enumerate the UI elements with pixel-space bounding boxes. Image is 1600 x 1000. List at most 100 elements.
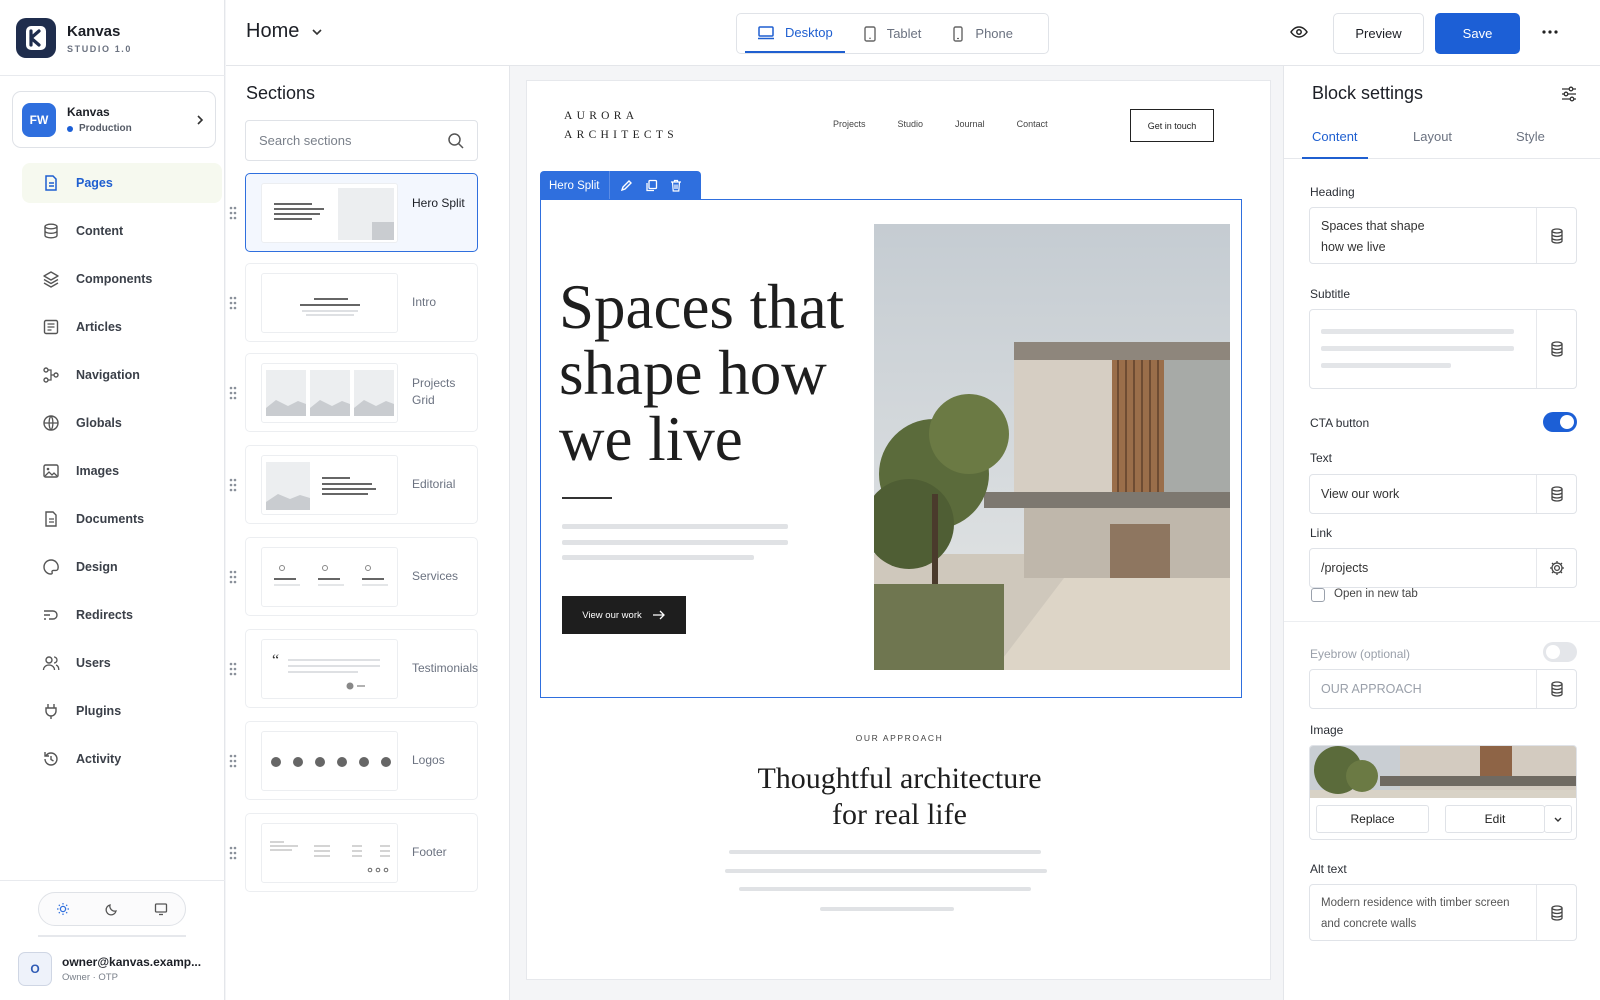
section-thumbnail: “ <box>261 639 398 699</box>
hero-cta-label: View our work <box>582 609 642 621</box>
user-account[interactable]: O owner@kanvas.examp... Owner · OTP <box>18 952 201 986</box>
sidebar-item-images[interactable]: Images <box>22 451 222 491</box>
more-icon[interactable] <box>1542 30 1558 34</box>
active-tab-indicator <box>1302 157 1368 159</box>
section-card-logos[interactable]: Logos <box>229 721 478 800</box>
link-field[interactable]: /projects <box>1309 548 1577 588</box>
divider <box>0 75 225 76</box>
sidebar-item-activity[interactable]: Activity <box>22 739 222 779</box>
hero-image[interactable] <box>874 224 1230 670</box>
replace-image-button[interactable]: Replace <box>1316 805 1429 833</box>
section-card-projects-grid[interactable]: Projects Grid <box>229 353 478 432</box>
drag-handle-icon[interactable] <box>229 754 237 768</box>
sidebar-item-users[interactable]: Users <box>22 643 222 683</box>
eyebrow-field[interactable]: OUR APPROACH <box>1309 669 1577 709</box>
monitor-icon[interactable] <box>154 902 168 916</box>
workspace-switcher[interactable]: FW Kanvas Production <box>12 91 216 148</box>
heading-field[interactable]: Spaces that shape how we live <box>1309 207 1577 264</box>
drag-handle-icon[interactable] <box>229 386 237 400</box>
section-card-services[interactable]: Services <box>229 537 478 616</box>
sidebar-item-pages[interactable]: Pages <box>22 163 222 203</box>
page-title: Home <box>246 20 300 42</box>
approach-line-2: for real life <box>832 798 967 831</box>
hero-block-selected[interactable]: Spaces that shape how we live View our w… <box>540 199 1242 698</box>
placeholder-line <box>1321 329 1514 334</box>
placeholder-line <box>562 540 788 545</box>
site-nav-studio[interactable]: Studio <box>898 119 924 129</box>
cta-text-field[interactable]: View our work <box>1309 474 1577 514</box>
trash-icon[interactable] <box>670 179 682 192</box>
drag-handle-icon[interactable] <box>229 662 237 676</box>
page-selector[interactable]: Home <box>246 20 323 43</box>
eye-icon[interactable] <box>1290 24 1308 40</box>
link-value: /projects <box>1321 561 1369 575</box>
drag-handle-icon[interactable] <box>229 296 237 310</box>
image-preview[interactable] <box>1310 746 1576 798</box>
sidebar: Kanvas STUDIO 1.0 FW Kanvas Production P… <box>0 0 225 1000</box>
edit-image-button[interactable]: Edit <box>1445 805 1545 833</box>
site-nav-contact[interactable]: Contact <box>1017 119 1048 129</box>
section-card-hero-split[interactable]: Hero Split <box>229 173 478 252</box>
cta-toggle[interactable] <box>1543 412 1577 432</box>
section-card-footer[interactable]: Footer <box>229 813 478 892</box>
editor-canvas: AURORA ARCHITECTS Projects Studio Journa… <box>510 66 1283 1000</box>
content-binding-button[interactable] <box>1536 208 1576 263</box>
site-nav-journal[interactable]: Journal <box>955 119 985 129</box>
tab-style[interactable]: Style <box>1516 129 1545 144</box>
device-label: Tablet <box>886 26 922 41</box>
duplicate-icon[interactable] <box>645 179 658 192</box>
new-tab-checkbox[interactable] <box>1311 588 1325 602</box>
drag-handle-icon[interactable] <box>229 570 237 584</box>
search-input[interactable]: Search sections <box>245 120 478 161</box>
hero-heading[interactable]: Spaces that shape how we live <box>559 274 879 472</box>
sidebar-item-articles[interactable]: Articles <box>22 307 222 347</box>
content-binding-button[interactable] <box>1536 310 1576 388</box>
image-options-button[interactable] <box>1544 805 1572 833</box>
eyebrow-toggle[interactable] <box>1543 642 1577 662</box>
sidebar-item-globals[interactable]: Globals <box>22 403 222 443</box>
subtitle-field[interactable] <box>1309 309 1577 389</box>
site-cta-button[interactable]: Get in touch <box>1130 109 1214 142</box>
sidebar-item-documents[interactable]: Documents <box>22 499 222 539</box>
site-logo[interactable]: AURORA ARCHITECTS <box>564 107 678 145</box>
tab-content[interactable]: Content <box>1312 129 1358 144</box>
sidebar-nav: Pages Content Components Articles Naviga… <box>22 163 222 787</box>
sidebar-item-plugins[interactable]: Plugins <box>22 691 222 731</box>
sidebar-item-redirects[interactable]: Redirects <box>22 595 222 635</box>
layers-icon <box>42 270 76 288</box>
pencil-icon[interactable] <box>620 179 633 192</box>
section-card-testimonials[interactable]: “ Testimonials <box>229 629 478 708</box>
drag-handle-icon[interactable] <box>229 846 237 860</box>
alt-text-field[interactable]: Modern residence with timber screen and … <box>1309 884 1577 941</box>
moon-icon[interactable] <box>105 902 119 916</box>
device-desktop[interactable]: Desktop <box>745 14 845 53</box>
drag-handle-icon[interactable] <box>229 478 237 492</box>
device-phone[interactable]: Phone <box>939 14 1025 53</box>
content-binding-button[interactable] <box>1536 670 1576 708</box>
device-tablet[interactable]: Tablet <box>851 14 934 53</box>
sun-icon[interactable] <box>56 902 70 916</box>
section-card-intro[interactable]: Intro <box>229 263 478 342</box>
content-binding-button[interactable] <box>1536 885 1576 940</box>
section-thumbnail <box>261 183 398 243</box>
save-button[interactable]: Save <box>1435 13 1520 54</box>
new-tab-label: Open in new tab <box>1334 588 1418 600</box>
sidebar-item-content[interactable]: Content <box>22 211 222 251</box>
image-label: Image <box>1310 723 1344 737</box>
sidebar-item-navigation[interactable]: Navigation <box>22 355 222 395</box>
sidebar-item-components[interactable]: Components <box>22 259 222 299</box>
sliders-icon[interactable] <box>1561 86 1577 102</box>
search-placeholder: Search sections <box>259 133 352 148</box>
sidebar-item-design[interactable]: Design <box>22 547 222 587</box>
section-card-editorial[interactable]: Editorial <box>229 445 478 524</box>
drag-handle-icon[interactable] <box>229 206 237 220</box>
tablet-icon <box>863 25 887 42</box>
content-binding-button[interactable] <box>1536 475 1576 513</box>
sidebar-item-label: Documents <box>76 512 145 526</box>
section-label: Editorial <box>412 477 456 491</box>
preview-button[interactable]: Preview <box>1333 13 1424 54</box>
hero-cta-button[interactable]: View our work <box>562 596 686 634</box>
site-nav-projects[interactable]: Projects <box>833 119 866 129</box>
tab-layout[interactable]: Layout <box>1413 129 1452 144</box>
link-settings-button[interactable] <box>1536 549 1576 587</box>
